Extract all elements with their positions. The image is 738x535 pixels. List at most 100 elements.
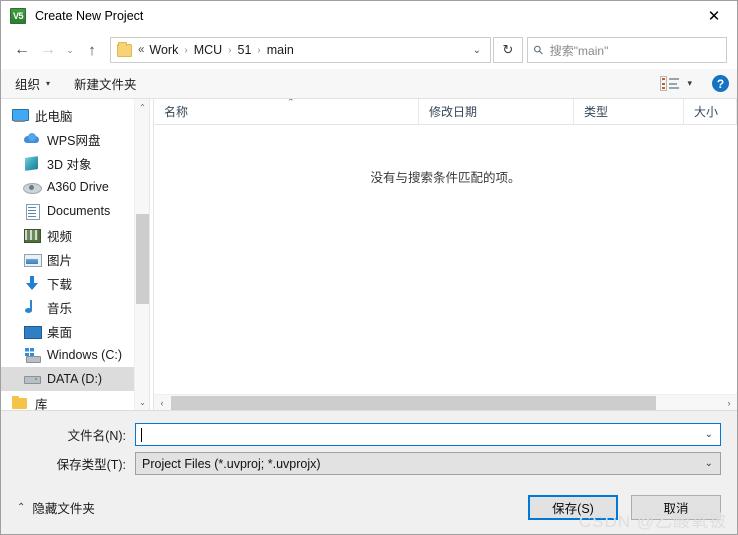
organize-button[interactable]: 组织 ▾	[15, 74, 50, 93]
refresh-button[interactable]: ↻	[493, 37, 523, 63]
search-box[interactable]: ⚲ 搜索"main"	[527, 37, 727, 63]
text-cursor	[141, 427, 142, 442]
scroll-down-icon[interactable]: ⌄	[135, 394, 149, 410]
chevron-up-icon: ⌃	[17, 502, 26, 513]
title-bar: V5 Create New Project ✕	[1, 1, 737, 31]
back-button[interactable]: ←	[9, 37, 35, 63]
windows-drive-icon	[23, 347, 41, 363]
pictures-icon	[23, 251, 42, 267]
breadcrumb-separator[interactable]: ›	[253, 45, 264, 56]
breadcrumb-overflow[interactable]: «	[138, 44, 144, 56]
library-folder-icon	[11, 395, 29, 410]
sidebar-item[interactable]: 下载	[1, 271, 134, 295]
breadcrumb-item-51[interactable]: 51	[236, 43, 254, 57]
drive-icon	[23, 371, 41, 387]
sort-ascending-icon: ⌃	[287, 98, 295, 107]
documents-icon	[23, 203, 41, 220]
breadcrumb-item-mcu[interactable]: MCU	[192, 43, 224, 57]
filename-input[interactable]: ⌄	[135, 423, 721, 446]
command-bar-right: ▾ ?	[660, 75, 729, 92]
breadcrumb-item-main[interactable]: main	[265, 43, 296, 57]
create-new-project-dialog: V5 Create New Project ✕ ← → ⌄ ↑ « Work ›…	[0, 0, 738, 535]
sidebar-item[interactable]: WPS网盘	[1, 127, 134, 151]
organize-label: 组织	[15, 78, 41, 92]
footer-actions: ⌃ 隐藏文件夹 保存(S) 取消	[17, 495, 721, 534]
sidebar-item[interactable]: A360 Drive	[1, 175, 134, 199]
file-list-horizontal-scrollbar[interactable]: ‹ ›	[154, 394, 737, 410]
sidebar-item-label: 音乐	[47, 301, 73, 316]
navigation-tree: 此电脑 WPS网盘 3D 对象 A360 Drive Documents 视频图片下载音乐…	[1, 99, 134, 410]
sidebar-item-label: 视频	[47, 229, 73, 244]
new-folder-button[interactable]: 新建文件夹	[74, 74, 137, 93]
chevron-down-icon[interactable]: ⌄	[698, 429, 720, 440]
scroll-up-icon[interactable]: ⌃	[135, 99, 149, 115]
sidebar-item[interactable]: 库	[1, 391, 134, 410]
help-icon[interactable]: ?	[712, 75, 729, 92]
breadcrumb-separator[interactable]: ›	[180, 45, 191, 56]
folder-icon	[117, 41, 132, 57]
navigation-sidebar: 此电脑 WPS网盘 3D 对象 A360 Drive Documents 视频图片下载音乐…	[1, 99, 149, 410]
column-header-name-label: 名称	[164, 105, 189, 119]
filetype-value: Project Files (*.uvproj; *.uvprojx)	[142, 456, 321, 471]
sidebar-item-label: Documents	[47, 204, 111, 218]
dialog-body: 此电脑 WPS网盘 3D 对象 A360 Drive Documents 视频图片下载音乐…	[1, 98, 737, 410]
sidebar-item[interactable]: 视频	[1, 223, 134, 247]
sidebar-item[interactable]: 桌面	[1, 319, 134, 343]
column-header-date-modified[interactable]: 修改日期	[419, 98, 574, 125]
this-pc-icon	[11, 107, 29, 123]
sidebar-item-label: A360 Drive	[47, 180, 109, 194]
save-button[interactable]: 保存(S)	[528, 495, 618, 520]
cancel-button[interactable]: 取消	[631, 495, 721, 520]
sidebar-item[interactable]: 此电脑	[1, 103, 134, 127]
desktop-icon	[23, 323, 42, 339]
sidebar-item-label: Windows (C:)	[47, 348, 123, 362]
view-layout-icon[interactable]	[660, 76, 680, 91]
close-icon[interactable]: ✕	[691, 1, 737, 31]
recent-locations-button[interactable]: ⌄	[61, 37, 79, 63]
filename-label: 文件名(N):	[67, 429, 126, 443]
file-list-pane: 名称 ⌃ 修改日期 类型 大小 没有与搜索条件匹配的项。 ‹ ›	[153, 98, 737, 410]
sidebar-item-label: 图片	[47, 253, 73, 268]
forward-button[interactable]: →	[35, 37, 61, 63]
dialog-footer: 文件名(N): ⌄ 保存类型(T): Project Files (*.uvpr…	[1, 410, 737, 534]
view-options-chevron-icon[interactable]: ▾	[687, 78, 692, 89]
chevron-down-icon[interactable]: ⌄	[468, 45, 486, 56]
sidebar-item[interactable]: Documents	[1, 199, 134, 223]
scroll-left-icon[interactable]: ‹	[154, 395, 170, 411]
horizontal-scrollbar-thumb[interactable]	[171, 396, 656, 410]
sidebar-scrollbar[interactable]: ⌃ ⌄	[134, 99, 149, 410]
scroll-right-icon[interactable]: ›	[721, 395, 737, 411]
file-list[interactable]: 没有与搜索条件匹配的项。	[154, 125, 737, 394]
navigation-bar: ← → ⌄ ↑ « Work › MCU › 51 › main ⌄ ↻ ⚲ 搜…	[1, 31, 737, 69]
command-bar: 组织 ▾ 新建文件夹 ▾ ?	[1, 69, 737, 99]
sidebar-item[interactable]: Windows (C:)	[1, 343, 134, 367]
sidebar-item[interactable]: 音乐	[1, 295, 134, 319]
hide-folders-label: 隐藏文件夹	[32, 502, 95, 516]
breadcrumb-separator[interactable]: ›	[224, 45, 235, 56]
column-header-name[interactable]: 名称 ⌃	[154, 98, 419, 125]
music-icon	[23, 299, 41, 315]
scrollbar-thumb[interactable]	[136, 214, 149, 304]
sidebar-item[interactable]: DATA (D:)	[1, 367, 134, 391]
search-input[interactable]: 搜索"main"	[550, 42, 609, 59]
videos-icon	[23, 227, 41, 243]
3d-objects-icon	[23, 155, 41, 171]
sidebar-item-label: 3D 对象	[47, 157, 92, 172]
window-title: Create New Project	[35, 9, 144, 23]
breadcrumb-item-work[interactable]: Work	[147, 43, 180, 57]
up-button[interactable]: ↑	[79, 37, 105, 63]
sidebar-item-label: WPS网盘	[47, 133, 101, 148]
chevron-down-icon: ▾	[46, 79, 51, 88]
hide-folders-toggle[interactable]: ⌃ 隐藏文件夹	[17, 498, 95, 517]
filetype-row: 保存类型(T): Project Files (*.uvproj; *.uvpr…	[17, 452, 721, 475]
breadcrumb[interactable]: « Work › MCU › 51 › main ⌄	[110, 37, 491, 63]
sidebar-item[interactable]: 3D 对象	[1, 151, 134, 175]
column-header-size[interactable]: 大小	[684, 98, 737, 125]
filetype-select[interactable]: Project Files (*.uvproj; *.uvprojx) ⌄	[135, 452, 721, 475]
chevron-down-icon[interactable]: ⌄	[698, 458, 720, 469]
column-header-type[interactable]: 类型	[574, 98, 684, 125]
sidebar-item[interactable]: 图片	[1, 247, 134, 271]
empty-state-message: 没有与搜索条件匹配的项。	[370, 171, 521, 185]
button-group: 保存(S) 取消	[528, 495, 721, 520]
sidebar-item-label: 此电脑	[35, 109, 73, 124]
